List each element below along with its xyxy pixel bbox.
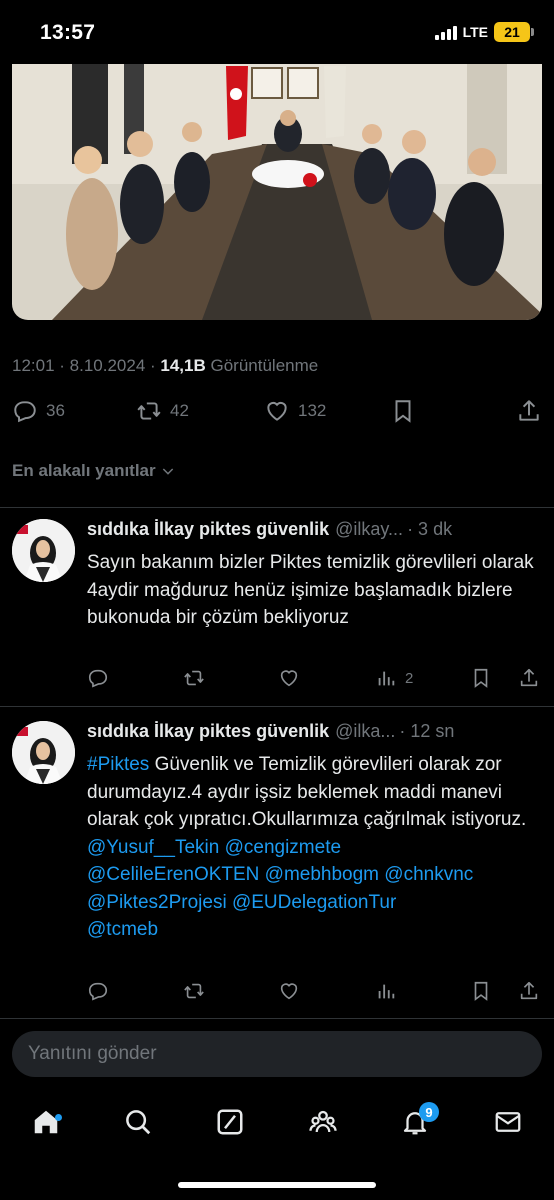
notifications-badge: 9 [419, 1102, 439, 1122]
replies-sort-dropdown[interactable]: En alakalı yanıtlar [12, 461, 176, 481]
share-button[interactable] [518, 980, 540, 1002]
reply-header: sıddıka İlkay piktes güvenlik @ilka... ·… [87, 721, 542, 747]
tab-home[interactable] [28, 1104, 64, 1140]
divider [0, 507, 554, 508]
home-indicator [178, 1182, 376, 1188]
retweet-button[interactable] [183, 667, 205, 689]
reply-actions: 2 [87, 667, 542, 691]
reply-text: #Piktes Güvenlik ve Temizlik görevlileri… [87, 751, 542, 944]
reply-actions [87, 980, 542, 1004]
reply-icon [88, 669, 108, 688]
reply-icon [88, 982, 108, 1001]
reply-text-body: Güvenlik ve Temizlik görevlileri olarak … [87, 754, 527, 830]
reply-content: sıddıka İlkay piktes güvenlik @ilkay... … [87, 519, 542, 632]
reply-time: · 3 dk [407, 519, 453, 539]
retweet-button[interactable] [183, 980, 205, 1002]
reply-input[interactable] [12, 1031, 542, 1077]
avatar[interactable] [12, 519, 75, 582]
bookmark-button[interactable] [470, 667, 492, 689]
avatar-image [12, 519, 75, 582]
mention-links[interactable]: @CelileErenOKTEN @mebhbogm @chnkvnc [87, 864, 473, 885]
reply-views-count: 2 [405, 669, 414, 687]
tab-notifications[interactable]: 9 [397, 1102, 439, 1140]
heart-icon [267, 401, 287, 421]
like-count: 132 [298, 401, 327, 420]
divider [0, 1018, 554, 1019]
retweet-icon [137, 402, 161, 420]
tweet-timestamp: 12:01 · 8.10.2024 · [12, 356, 161, 375]
views-button[interactable] [375, 980, 397, 1002]
reply-author-name[interactable]: sıddıka İlkay piktes güvenlik [87, 721, 329, 742]
mention-links[interactable]: @Piktes2Projesi @EUDelegationTur [87, 892, 396, 913]
status-indicators: LTE 21 [434, 22, 534, 42]
status-time: 13:57 [40, 21, 96, 44]
bookmark-button[interactable] [470, 980, 492, 1002]
battery-icon: 21 [494, 22, 534, 42]
like-button[interactable] [278, 667, 300, 689]
reply-content: sıddıka İlkay piktes güvenlik @ilka... ·… [87, 721, 542, 944]
bookmark-icon [474, 981, 488, 1001]
tab-grok[interactable] [212, 1104, 248, 1140]
views-button[interactable]: 2 [375, 667, 413, 689]
reply-button[interactable] [87, 980, 109, 1002]
meeting-photo [12, 64, 542, 320]
share-icon [520, 981, 538, 1000]
reply-author-handle[interactable]: @ilkay... [335, 519, 403, 540]
hashtag-link[interactable]: #Piktes [87, 754, 149, 775]
views-count: 14,1B [160, 356, 206, 375]
chevron-down-icon [162, 468, 173, 475]
heart-icon [280, 983, 298, 1000]
reply-button[interactable]: 36 [12, 398, 65, 424]
grok-icon [217, 1109, 243, 1135]
reply-compose[interactable] [12, 1031, 542, 1077]
avatar-image [12, 721, 75, 784]
home-icon [34, 1110, 58, 1134]
like-button[interactable]: 132 [264, 398, 326, 424]
reply-icon [14, 401, 36, 423]
tab-communities[interactable] [305, 1104, 341, 1140]
communities-icon [309, 1110, 337, 1133]
share-button[interactable] [518, 667, 540, 689]
bookmark-icon [474, 668, 488, 688]
reply-button[interactable] [87, 667, 109, 689]
reply-header: sıddıka İlkay piktes güvenlik @ilkay... … [87, 519, 542, 545]
tweet-meta: 12:01 · 8.10.2024 · 14,1B Görüntülenme [12, 356, 318, 376]
heart-icon [280, 670, 298, 687]
mail-icon [495, 1112, 521, 1132]
retweet-icon [184, 670, 204, 686]
reply-author-handle[interactable]: @ilka... [335, 721, 395, 742]
share-icon [520, 668, 538, 687]
mention-links[interactable]: @tcmeb [87, 919, 158, 940]
reply-author-name[interactable]: sıddıka İlkay piktes güvenlik [87, 519, 329, 540]
reply-count: 36 [46, 401, 65, 420]
retweet-button[interactable]: 42 [136, 398, 189, 424]
analytics-icon [378, 984, 395, 999]
battery-level: 21 [504, 24, 520, 40]
reply-time: · 12 sn [399, 721, 455, 741]
like-button[interactable] [278, 980, 300, 1002]
retweet-icon [184, 983, 204, 999]
tab-search[interactable] [120, 1104, 156, 1140]
divider [0, 706, 554, 707]
analytics-icon [378, 671, 395, 686]
reply-text: Sayın bakanım bizler Piktes temizlik gör… [87, 552, 534, 628]
avatar[interactable] [12, 721, 75, 784]
tweet-actions: 36 42 132 [12, 398, 542, 428]
search-icon [126, 1110, 151, 1135]
share-button[interactable] [516, 398, 542, 424]
status-bar: 13:57 LTE 21 [0, 0, 554, 64]
network-label: LTE [462, 24, 488, 40]
home-unread-dot [55, 1114, 62, 1121]
mention-links[interactable]: @Yusuf__Tekin @cengizmete [87, 837, 341, 858]
signal-icon [434, 24, 457, 40]
bookmark-button[interactable] [390, 398, 416, 424]
views-label: Görüntülenme [210, 356, 319, 375]
retweet-count: 42 [170, 401, 189, 420]
replies-sort-label: En alakalı yanıtlar [12, 461, 156, 480]
share-icon [519, 400, 539, 421]
bookmark-icon [395, 400, 411, 423]
tweet-photo[interactable] [12, 64, 542, 320]
tab-messages[interactable] [490, 1104, 526, 1140]
